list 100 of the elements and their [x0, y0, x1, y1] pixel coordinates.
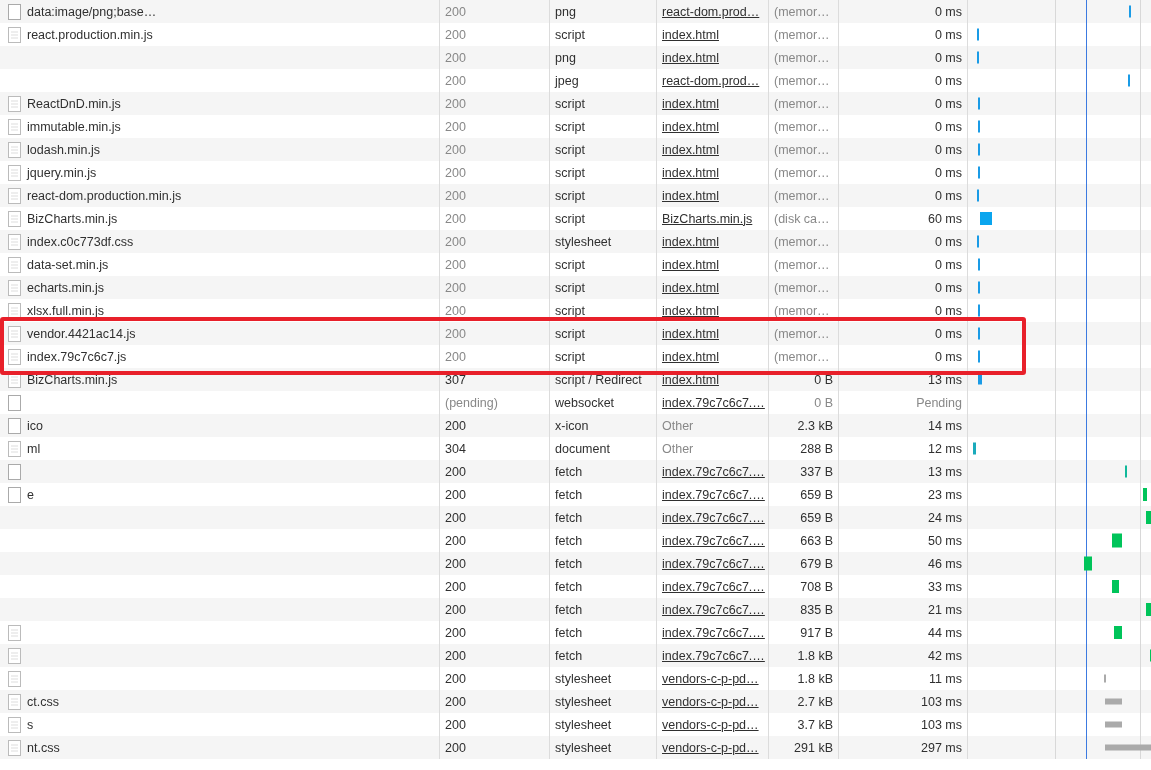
document-icon	[8, 233, 21, 250]
size-value: 3.7 kB	[797, 717, 833, 732]
file-name[interactable]: ct.css	[27, 694, 59, 709]
resource-type: script	[555, 349, 585, 364]
initiator-link[interactable]: index.html	[662, 234, 719, 249]
time-value: 0 ms	[934, 280, 962, 295]
file-name[interactable]: immutable.min.js	[27, 119, 121, 134]
initiator-link[interactable]: index.html	[662, 165, 719, 180]
initiator-link[interactable]: index.html	[662, 119, 719, 134]
waterfall-bar	[973, 442, 976, 455]
status-code: 200	[445, 119, 466, 134]
document-icon	[8, 141, 21, 158]
resource-type: fetch	[555, 556, 583, 571]
file-name[interactable]: BizCharts.min.js	[27, 211, 118, 226]
resource-type: script	[555, 303, 585, 318]
resource-type: script	[555, 96, 585, 111]
initiator-link[interactable]: vendors-c-p-pd…	[662, 740, 759, 755]
initiator-link[interactable]: index.html	[662, 372, 719, 387]
file-name[interactable]: ico	[27, 418, 43, 433]
file-name[interactable]: react-dom.production.min.js	[27, 188, 182, 203]
document-icon	[8, 440, 21, 457]
initiator-link[interactable]: index.79c7c6c7.…	[662, 464, 765, 479]
size-value: (memor…	[774, 96, 830, 111]
initiator-link[interactable]: index.html	[662, 96, 719, 111]
initiator-link[interactable]: index.html	[662, 280, 719, 295]
initiator-link[interactable]: react-dom.prod…	[662, 73, 760, 88]
initiator-link[interactable]: BizCharts.min.js	[662, 211, 753, 226]
resource-type: script / Redirect	[555, 372, 642, 387]
file-name[interactable]: data-set.min.js	[27, 257, 109, 272]
waterfall-bar	[1146, 511, 1151, 524]
size-value: (memor…	[774, 119, 830, 134]
initiator-link[interactable]: index.html	[662, 142, 719, 157]
initiator-link[interactable]: index.html	[662, 349, 719, 364]
file-name[interactable]: xlsx.full.min.js	[27, 303, 105, 318]
resource-type: fetch	[555, 579, 583, 594]
file-name[interactable]: echarts.min.js	[27, 280, 105, 295]
document-icon	[8, 325, 21, 342]
size-value: 835 B	[800, 602, 833, 617]
resource-type: fetch	[555, 464, 583, 479]
initiator-link[interactable]: react-dom.prod…	[662, 4, 760, 19]
resource-type: stylesheet	[555, 234, 612, 249]
initiator-link[interactable]: index.79c7c6c7.…	[662, 602, 765, 617]
blank-page-icon	[8, 463, 21, 480]
initiator-link[interactable]: vendors-c-p-pd…	[662, 671, 759, 686]
size-value: (memor…	[774, 349, 830, 364]
time-value: 0 ms	[934, 257, 962, 272]
initiator-link[interactable]: index.79c7c6c7.…	[662, 648, 765, 663]
waterfall-bar	[1084, 556, 1092, 571]
time-value: 0 ms	[934, 188, 962, 203]
initiator-link[interactable]: index.79c7c6c7.…	[662, 556, 765, 571]
initiator-link[interactable]: index.79c7c6c7.…	[662, 579, 765, 594]
status-code: 200	[445, 694, 466, 709]
file-name[interactable]: vendor.4421ac14.js	[27, 326, 136, 341]
size-value: 288 B	[800, 441, 833, 456]
file-name[interactable]: data:image/png;base…	[27, 4, 157, 19]
initiator-link[interactable]: index.html	[662, 303, 719, 318]
size-value: 337 B	[800, 464, 833, 479]
size-value: (memor…	[774, 4, 830, 19]
file-name[interactable]: ReactDnD.min.js	[27, 96, 121, 111]
file-name[interactable]: s	[27, 717, 34, 732]
file-name[interactable]: jquery.min.js	[27, 165, 97, 180]
size-value: (memor…	[774, 142, 830, 157]
initiator-link[interactable]: index.html	[662, 188, 719, 203]
time-value: 0 ms	[934, 165, 962, 180]
initiator-link[interactable]: index.79c7c6c7.…	[662, 533, 765, 548]
waterfall-bar	[1112, 580, 1119, 593]
document-icon	[8, 716, 21, 733]
file-name[interactable]: nt.css	[27, 740, 60, 755]
initiator-link[interactable]: vendors-c-p-pd…	[662, 717, 759, 732]
status-code: 200	[445, 96, 466, 111]
status-code: 200	[445, 648, 466, 663]
file-name[interactable]: lodash.min.js	[27, 142, 100, 157]
blank-page-icon	[8, 417, 21, 434]
initiator-link[interactable]: index.79c7c6c7.…	[662, 487, 765, 502]
initiator-link[interactable]: index.79c7c6c7.…	[662, 510, 765, 525]
initiator-link[interactable]: index.79c7c6c7.…	[662, 395, 765, 410]
time-value: 50 ms	[927, 533, 962, 548]
initiator-link[interactable]: vendors-c-p-pd…	[662, 694, 759, 709]
resource-type: stylesheet	[555, 740, 612, 755]
resource-type: fetch	[555, 602, 583, 617]
time-value: 0 ms	[934, 50, 962, 65]
file-name[interactable]: ml	[27, 441, 41, 456]
file-name[interactable]: e	[27, 487, 34, 502]
file-name[interactable]: index.c0c773df.css	[27, 234, 134, 249]
size-value: (memor…	[774, 326, 830, 341]
status-code: 200	[445, 188, 466, 203]
size-value: (memor…	[774, 257, 830, 272]
initiator-link[interactable]: index.html	[662, 326, 719, 341]
resource-type: fetch	[555, 533, 583, 548]
file-name[interactable]: index.79c7c6c7.js	[27, 349, 127, 364]
waterfall-bar	[1143, 488, 1147, 501]
initiator-link[interactable]: index.html	[662, 257, 719, 272]
blank-page-icon	[8, 486, 21, 503]
initiator-link[interactable]: index.html	[662, 50, 719, 65]
status-code: 200	[445, 349, 466, 364]
status-code: 200	[445, 27, 466, 42]
initiator-link[interactable]: index.html	[662, 27, 719, 42]
initiator-link[interactable]: index.79c7c6c7.…	[662, 625, 765, 640]
file-name[interactable]: react.production.min.js	[27, 27, 153, 42]
file-name[interactable]: BizCharts.min.js	[27, 372, 118, 387]
